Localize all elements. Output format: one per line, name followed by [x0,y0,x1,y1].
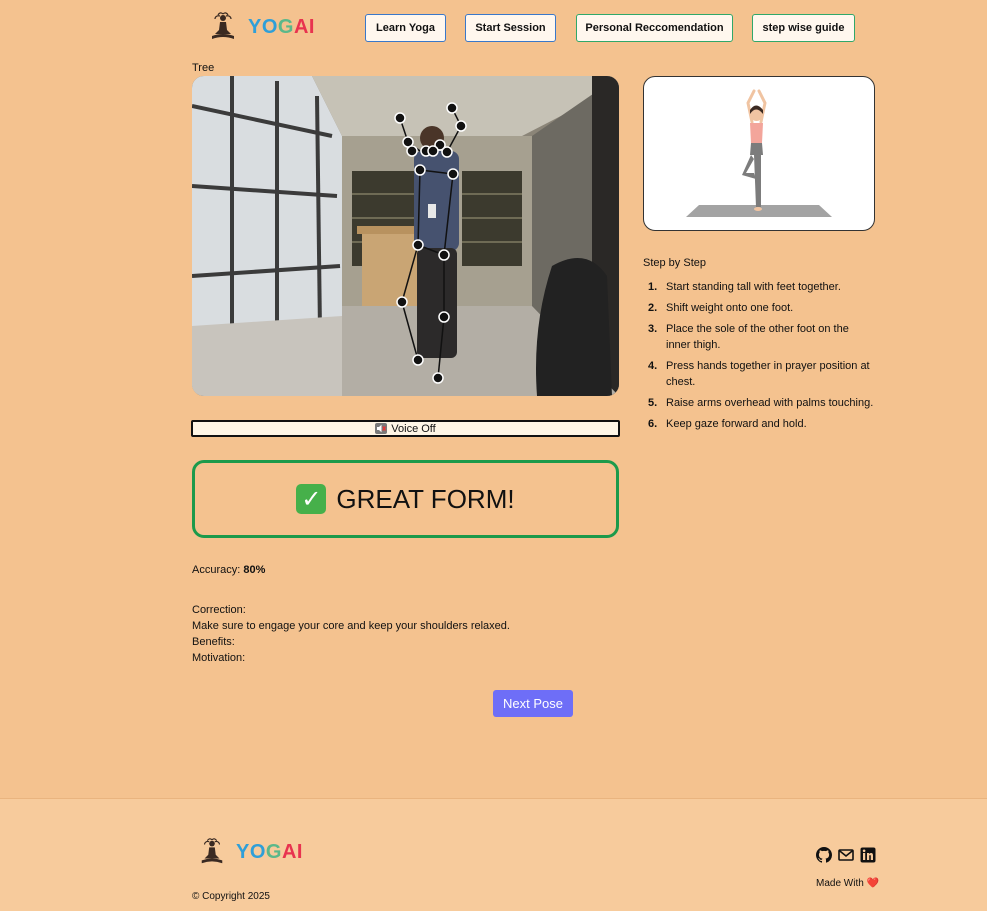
meditation-logo-icon [201,838,223,864]
webcam-image [192,76,619,396]
step-number: 1. [648,281,658,293]
nav-start-session-button[interactable]: Start Session [465,14,556,42]
nav-learn-yoga-button[interactable]: Learn Yoga [365,14,446,42]
reference-pose-card [643,76,875,231]
step-text: Press hands together in prayer position … [666,360,870,388]
step-number: 2. [648,302,658,314]
accuracy-row: Accuracy: 80% [192,564,265,576]
benefits-label: Benefits: [192,636,235,648]
mail-icon[interactable] [838,847,854,863]
voice-label: Voice Off [391,422,436,435]
step-number: 5. [648,397,658,409]
step-text: Raise arms overhead with palms touching. [666,397,874,409]
linkedin-icon[interactable] [860,847,876,863]
steps-list: 1. Start standing tall with feet together… [643,279,875,437]
step-number: 3. [648,323,658,335]
meditation-logo-icon [212,12,234,39]
step-text: Shift weight onto one foot. [666,302,794,314]
nav-step-wise-guide-button[interactable]: step wise guide [752,14,855,42]
step-item: 6. Keep gaze forward and hold. [643,416,875,432]
accuracy-value: 80% [243,564,266,576]
step-text: Keep gaze forward and hold. [666,418,807,430]
github-icon[interactable] [816,847,832,863]
step-item: 1. Start standing tall with feet together… [643,279,875,295]
motivation-label: Motivation: [192,652,246,664]
step-item: 2. Shift weight onto one foot. [643,300,875,316]
accuracy-label: Accuracy: [192,564,241,576]
webcam-feed [192,76,619,396]
heart-icon: ❤️ [866,878,880,889]
made-with-text: Made With ❤️ [816,878,879,889]
step-number: 4. [648,360,658,372]
step-text: Start standing tall with feet together. [666,281,841,293]
voice-toggle-button[interactable]: Voice Off [191,420,620,437]
step-text: Place the sole of the other foot on the … [666,323,849,351]
nav-personal-recommendation-button[interactable]: Personal Reccomendation [576,14,733,42]
step-item: 4. Press hands together in prayer positio… [643,358,875,390]
footer: YOGAI © Copyright 2025 Made With ❤️ [0,798,987,911]
correction-text: Make sure to engage your core and keep y… [192,620,510,632]
speaker-muted-icon [375,423,388,434]
tree-pose-illustration [686,89,832,217]
correction-label: Correction: [192,604,246,616]
step-item: 3. Place the sole of the other foot on th… [643,321,875,353]
header-logo[interactable]: YOGAI [208,12,315,42]
pose-name-label: Tree [192,62,215,74]
check-mark-icon: ✓ [296,484,327,514]
step-item: 5. Raise arms overhead with palms touchin… [643,395,875,411]
step-number: 6. [648,418,658,430]
feedback-text: GREAT FORM! [336,483,515,514]
copyright-text: © Copyright 2025 [192,891,270,902]
made-with-label: Made With [816,878,864,889]
feedback-panel: ✓ GREAT FORM! [192,460,619,538]
logo-wordmark: YOGAI [248,15,315,38]
next-pose-button[interactable]: Next Pose [493,690,573,717]
steps-title: Step by Step [643,257,706,269]
footer-logo[interactable]: YOGAI [198,837,303,867]
logo-wordmark: YOGAI [236,840,303,863]
